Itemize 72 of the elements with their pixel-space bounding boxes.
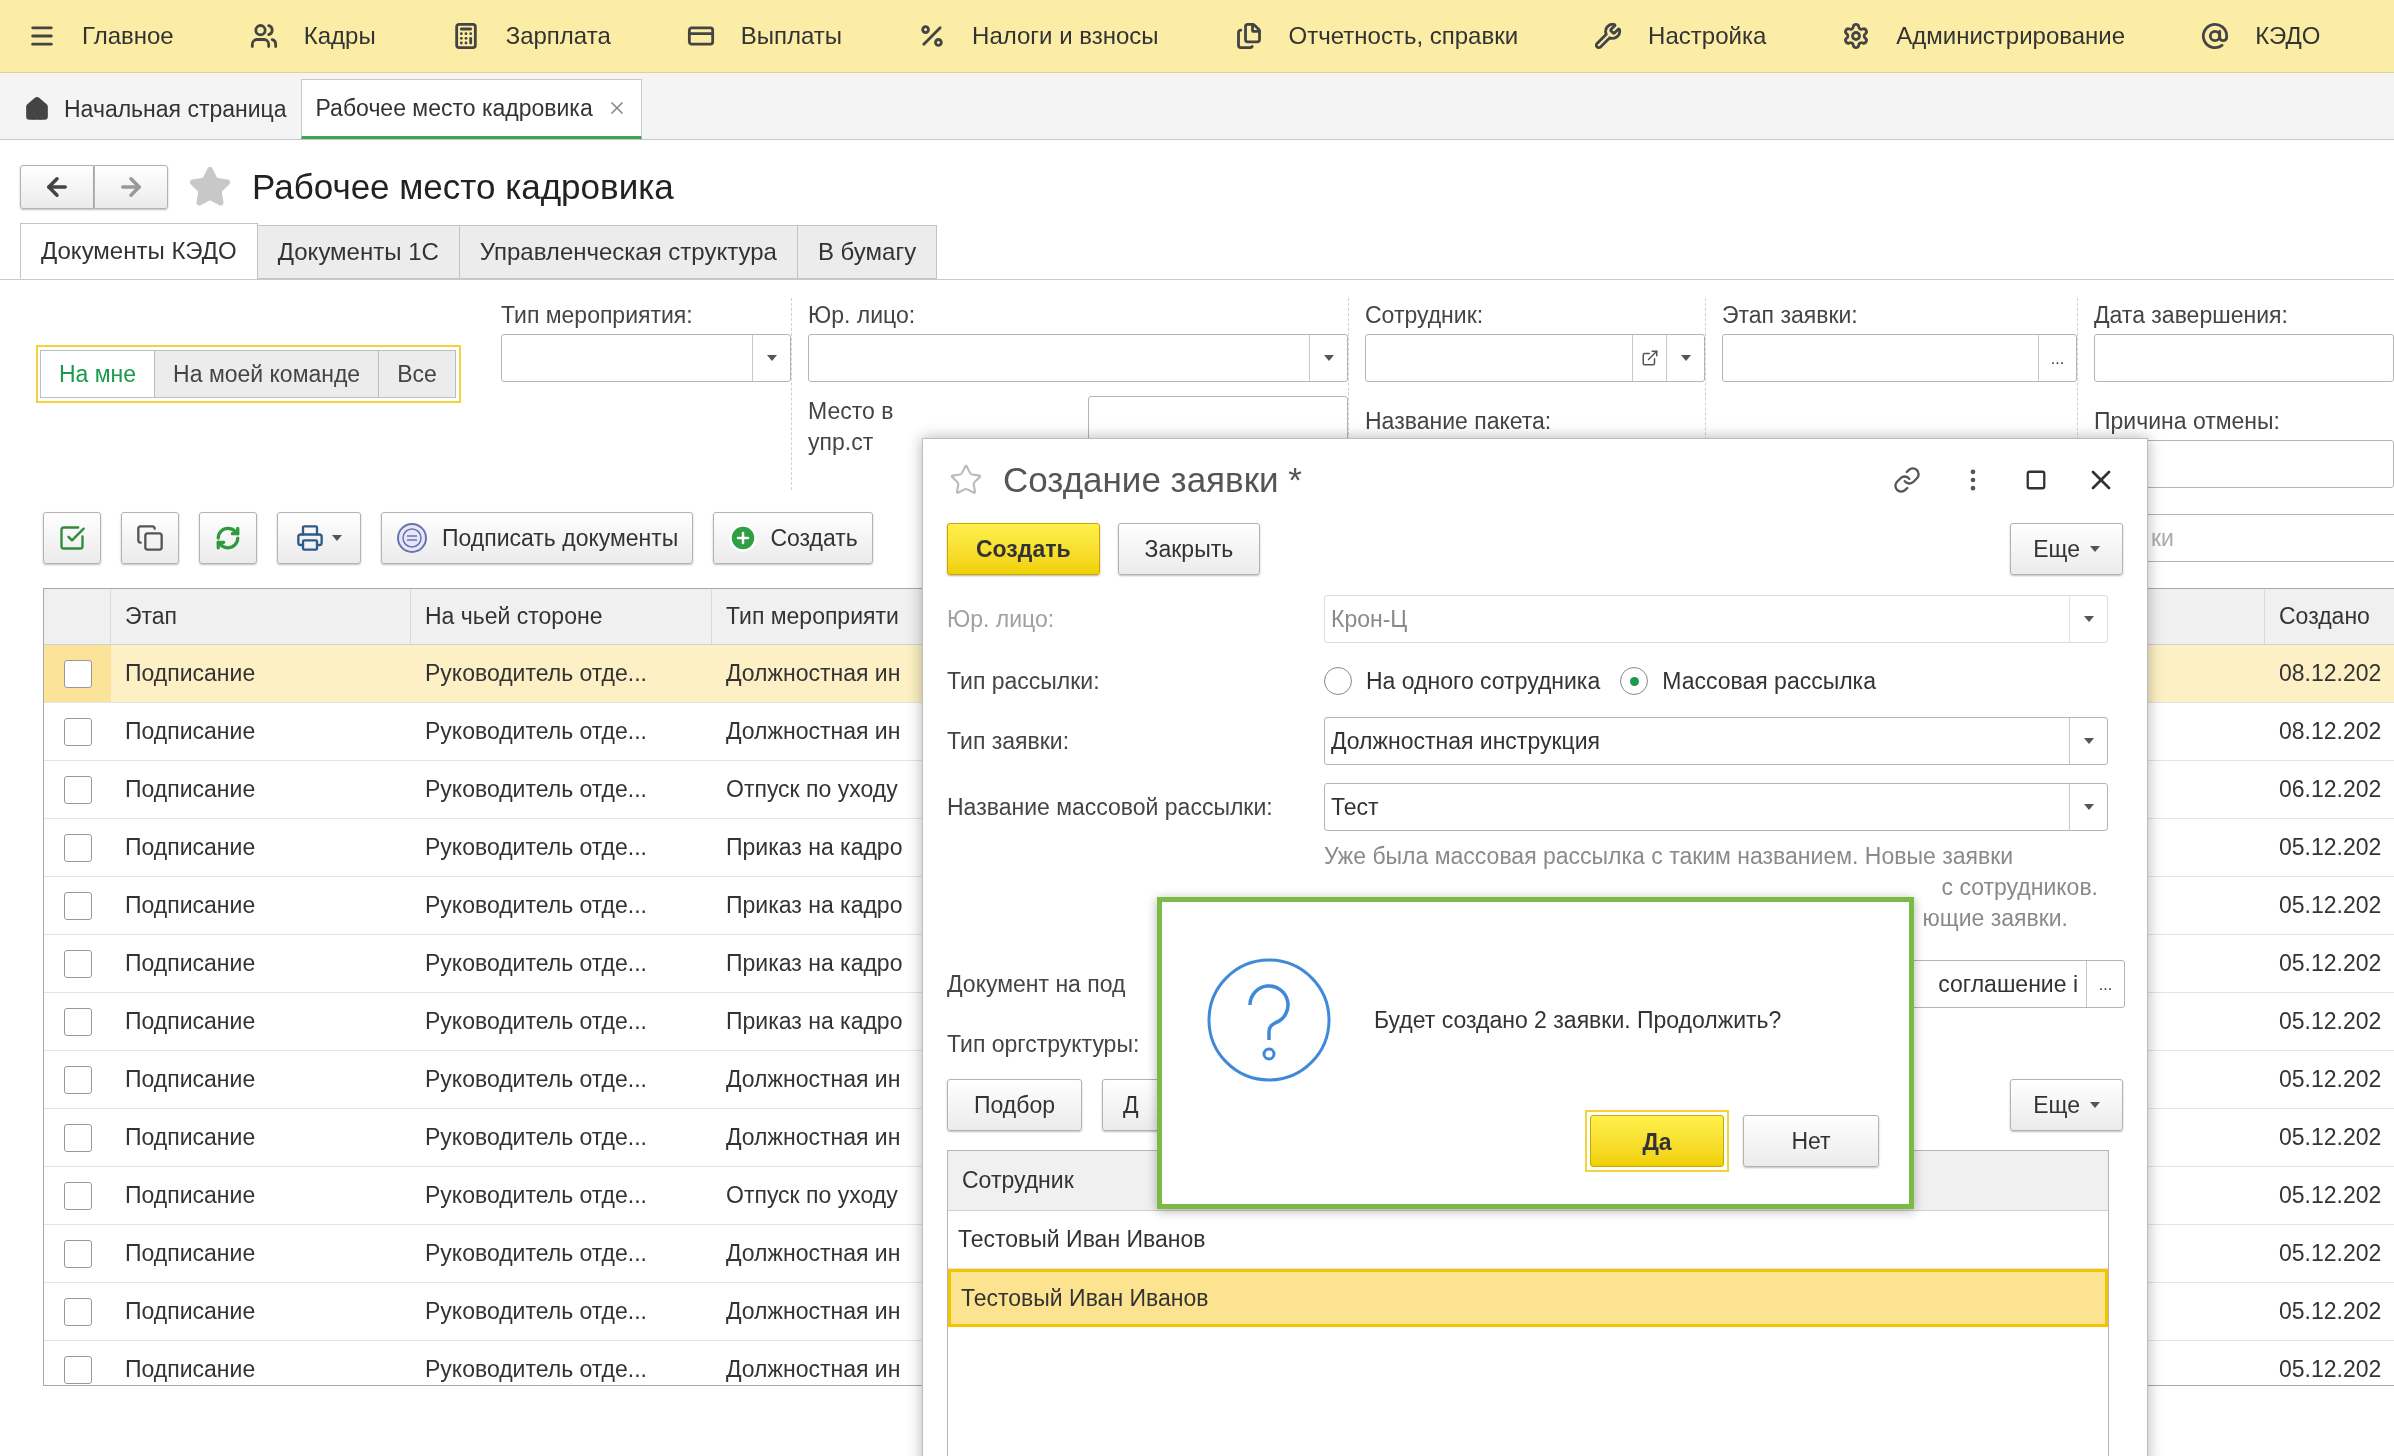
table-cell-text: 05.12.202 [2279, 1355, 2382, 1385]
confirm-message: Будет создано 2 заявки. Продолжить? [1374, 1005, 1782, 1035]
field-label: Место в упр.ст [808, 397, 895, 457]
hint-text: ющие заявки. [1922, 904, 2069, 933]
table-cell-text: Руководитель отде... [425, 659, 647, 689]
table-cell-text: 05.12.202 [2279, 833, 2382, 863]
table-cell-text: Должностная ин [726, 1065, 901, 1095]
table-cell-text: 05.12.202 [2279, 1123, 2382, 1153]
table-cell-text: Руководитель отде... [425, 1355, 647, 1385]
table-cell-text: 05.12.202 [2279, 1239, 2382, 1269]
hint-text: с сотрудников. [1941, 873, 2099, 902]
table-cell-text: 05.12.202 [2279, 891, 2382, 921]
table-cell-text: Подписание [125, 949, 256, 979]
table-cell-text: Подписание [125, 1123, 256, 1153]
field-label: Тип мероприятия: [501, 301, 694, 330]
table-cell-text: Приказ на кадро [726, 891, 903, 921]
field-label: Тип рассылки: [947, 666, 1101, 696]
table-cell-text: Отпуск по уходу [726, 775, 898, 805]
field-label: Сотрудник: [1365, 301, 1485, 330]
table-cell-text: Руководитель отде... [425, 1181, 647, 1211]
page-title: Рабочее место кадровика [252, 165, 674, 208]
table-cell-text: 05.12.202 [2279, 1007, 2382, 1037]
field-label: Юр. лицо: [808, 301, 917, 330]
field-label: Юр. лицо: [947, 604, 1056, 634]
field-label: Этап заявки: [1722, 301, 1859, 330]
table-cell-text: 05.12.202 [2279, 1181, 2382, 1211]
table-cell-text: 05.12.202 [2279, 1297, 2382, 1327]
field-label: Тип заявки: [947, 726, 1071, 756]
table-cell-text: Должностная ин [726, 659, 901, 689]
table-cell-text: Подписание [125, 833, 256, 863]
hint-text: Уже была массовая рассылка с таким названием. Новые заявки [1324, 842, 2015, 871]
table-cell-text: Руководитель отде... [425, 1007, 647, 1037]
table-cell-text: Руководитель отде... [425, 1065, 647, 1095]
table-cell-text: Руководитель отде... [425, 1297, 647, 1327]
table-cell-text: 06.12.202 [2279, 775, 2382, 805]
table-cell-text: Должностная ин [726, 1297, 901, 1327]
table-cell-text: Подписание [125, 1181, 256, 1211]
table-cell-text: Подписание [125, 891, 256, 921]
table-cell-text: Должностная ин [726, 717, 901, 747]
table-cell-text: Должностная ин [726, 1123, 901, 1153]
field-label: Название пакета: [1365, 407, 1553, 436]
table-cell-text: Подписание [125, 1297, 256, 1327]
table-cell-text: Должностная ин [726, 1355, 901, 1385]
field-label: Название массовой рассылки: [947, 792, 1274, 822]
table-cell-text: 05.12.202 [2279, 949, 2382, 979]
table-cell-text: Руководитель отде... [425, 833, 647, 863]
dialog-title: Создание заявки * [1003, 458, 1302, 501]
field-label: Тип оргструктуры: [947, 1029, 1141, 1059]
table-cell-text: Приказ на кадро [726, 1007, 903, 1037]
table-cell-text: Отпуск по уходу [726, 1181, 898, 1211]
table-cell-text: Подписание [125, 717, 256, 747]
table-cell-text: 08.12.202 [2279, 659, 2382, 689]
table-cell-text: Подписание [125, 659, 256, 689]
field-label: Причина отмены: [2094, 407, 2281, 436]
table-cell-text: Руководитель отде... [425, 1239, 647, 1269]
table-cell-text: Руководитель отде... [425, 891, 647, 921]
table-cell-text: Подписание [125, 1239, 256, 1269]
table-cell-text: 08.12.202 [2279, 717, 2382, 747]
table-cell-text: Подписание [125, 1355, 256, 1385]
table-cell-text: Руководитель отде... [425, 717, 647, 747]
table-cell-text: Подписание [125, 1007, 256, 1037]
table-cell-text: Руководитель отде... [425, 1123, 647, 1153]
table-cell-text: Руководитель отде... [425, 949, 647, 979]
table-cell-text: Подписание [125, 775, 256, 805]
field-label: Дата завершения: [2094, 301, 2289, 330]
table-cell-text: Подписание [125, 1065, 256, 1095]
table-cell-text: Приказ на кадро [726, 833, 903, 863]
table-cell-text: Руководитель отде... [425, 775, 647, 805]
field-label: Документ на под [947, 969, 1127, 999]
table-cell-text: 05.12.202 [2279, 1065, 2382, 1095]
table-cell-text: Должностная ин [726, 1239, 901, 1269]
table-cell-text: Приказ на кадро [726, 949, 903, 979]
